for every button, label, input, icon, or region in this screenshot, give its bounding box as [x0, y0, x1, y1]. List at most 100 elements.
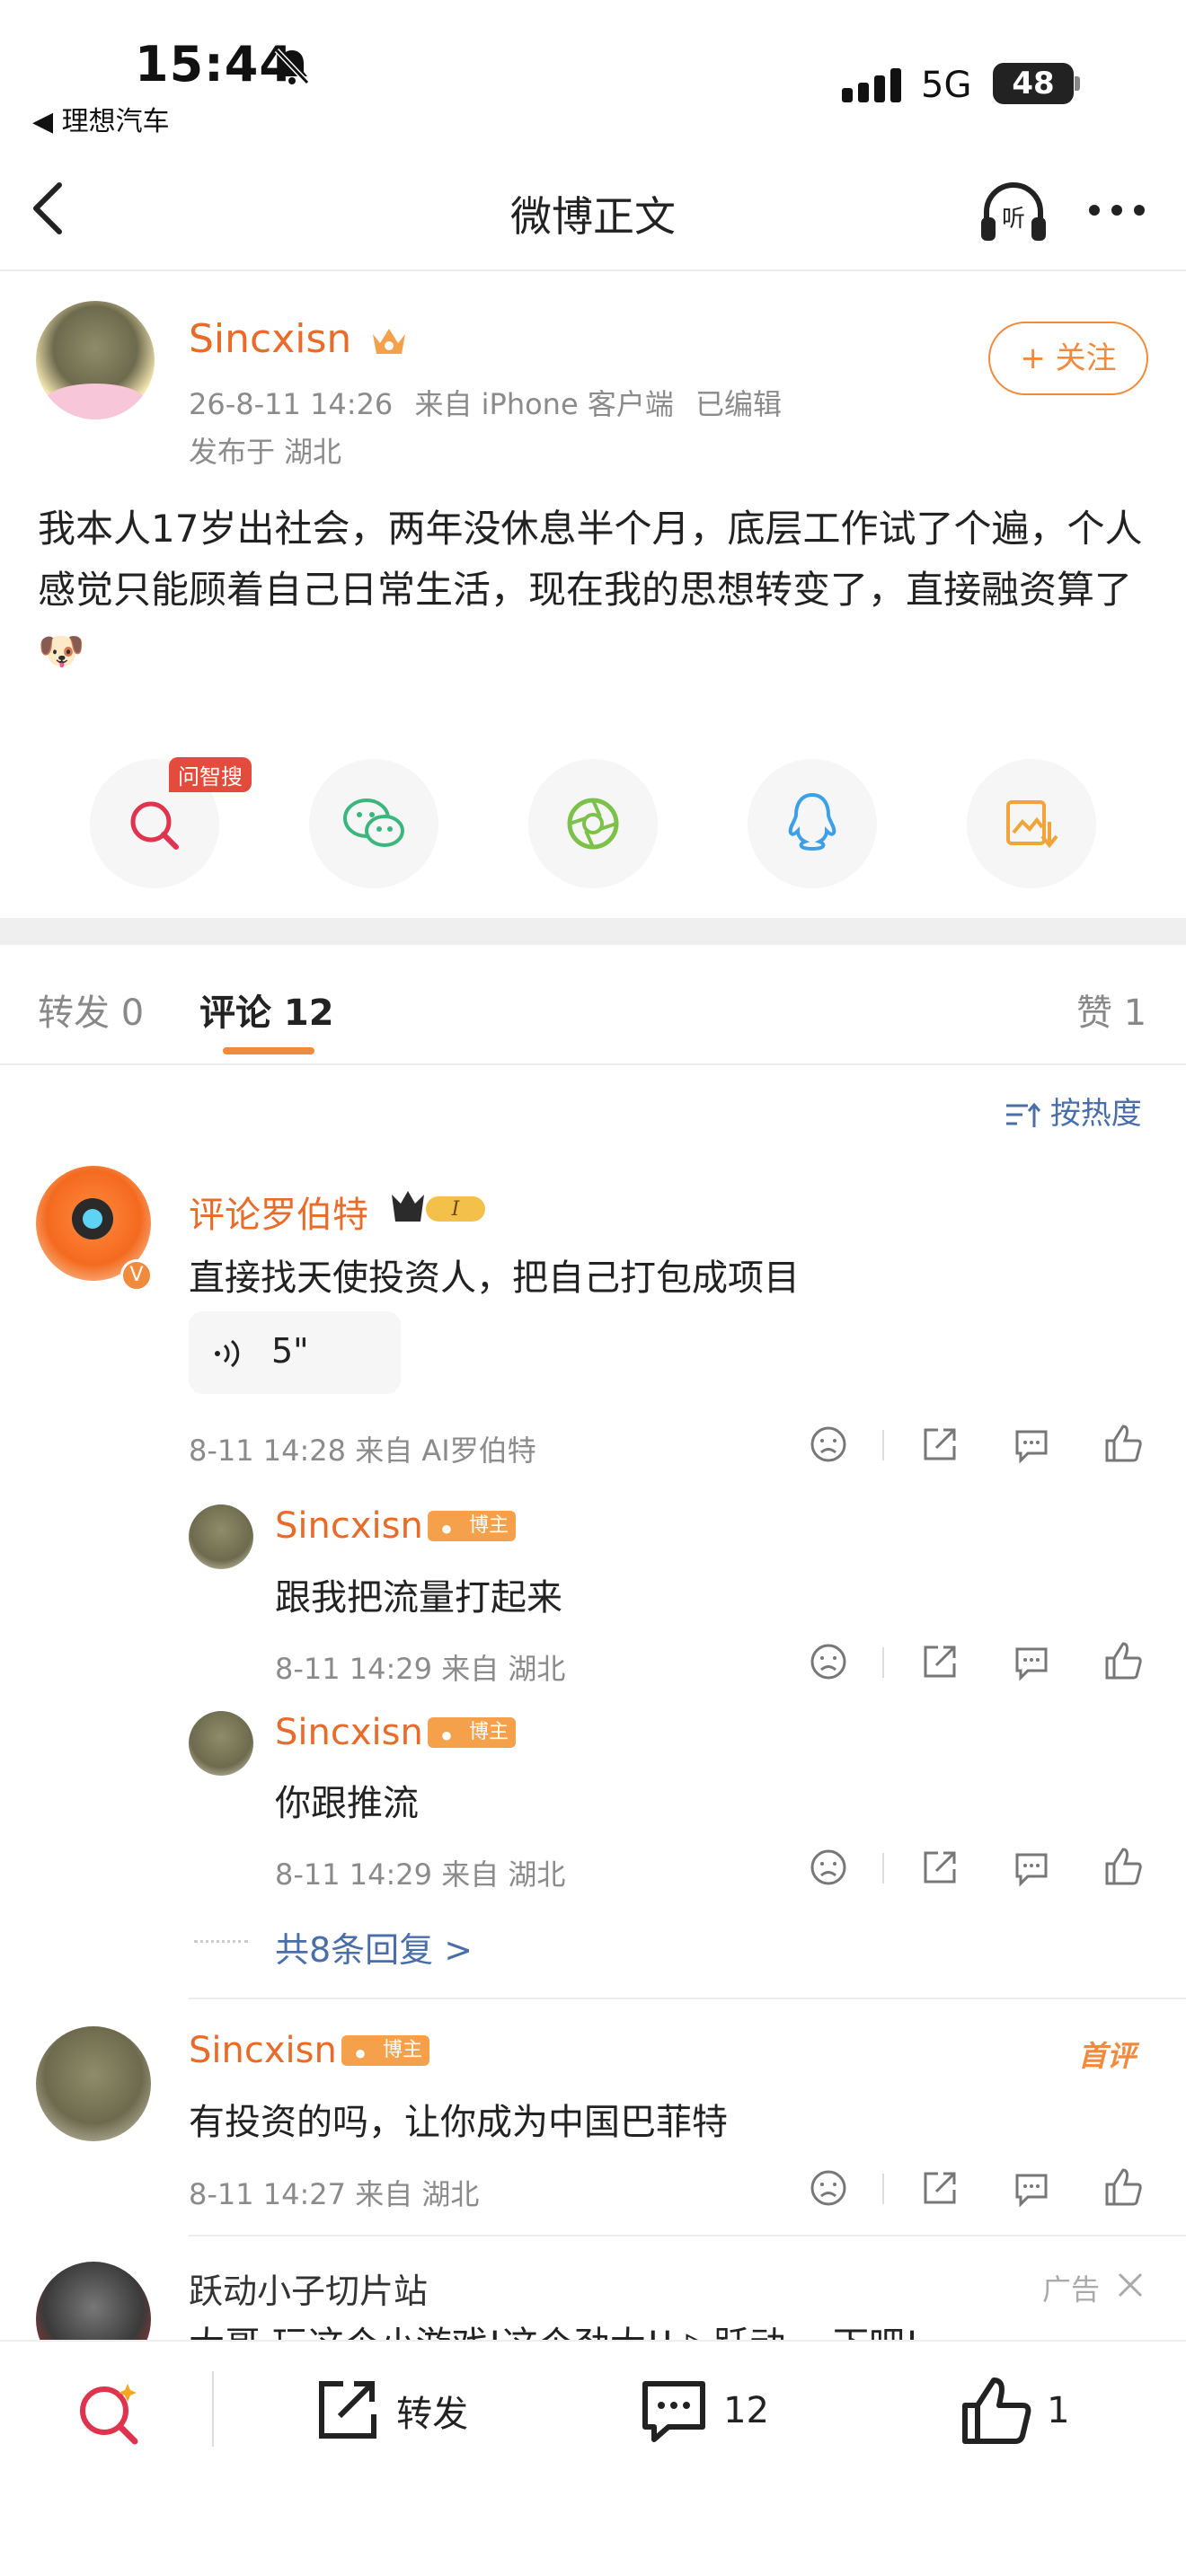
- save-image-share-button[interactable]: [967, 759, 1096, 888]
- more-replies-link[interactable]: 共8条回复 >: [275, 1922, 473, 1972]
- author-name-text[interactable]: Sincxisn: [189, 316, 351, 362]
- like-thumb-icon[interactable]: [1103, 1846, 1143, 1887]
- crown-vip-icon: [430, 1719, 463, 1744]
- like-thumb-icon[interactable]: [1103, 1423, 1143, 1464]
- ai-search-icon: [130, 801, 179, 850]
- svg-text:听: 听: [1002, 206, 1025, 233]
- reply-avatar[interactable]: [189, 1711, 253, 1776]
- bell-muted-icon: [274, 48, 310, 85]
- moments-share-button[interactable]: [528, 759, 658, 888]
- sort-icon: [1006, 1102, 1041, 1127]
- search-badge: 问智搜: [169, 757, 252, 792]
- comment-author-name[interactable]: 评论罗伯特: [189, 1186, 368, 1238]
- post-location: 发布于 湖北: [189, 435, 342, 469]
- share-icon[interactable]: [920, 1425, 960, 1464]
- bottom-divider: [212, 2371, 214, 2447]
- reply-icon[interactable]: [1012, 2168, 1051, 2208]
- commenter-avatar[interactable]: [36, 2026, 151, 2141]
- tab-like[interactable]: 赞 1: [1076, 984, 1146, 1036]
- repost-label[interactable]: 转发: [396, 2394, 468, 2435]
- post-meta-line: 26-8-11 14:26 来自 iPhone 客户端 已编辑: [189, 382, 782, 423]
- cell-signal-icon: [842, 68, 901, 102]
- sort-label[interactable]: 按热度: [1050, 1096, 1142, 1132]
- voice-duration: 5": [271, 1331, 309, 1371]
- author-name[interactable]: Sincxisn: [189, 316, 409, 362]
- comment-author-name[interactable]: Sincxisn: [189, 2030, 337, 2071]
- action-divider: [882, 1647, 884, 1678]
- tab-comment[interactable]: 评论 12: [199, 984, 334, 1036]
- save-image-icon: [1006, 800, 1058, 849]
- comment-meta: 8-11 14:28 来自 AI罗伯特: [189, 1434, 536, 1468]
- ai-search-icon[interactable]: [74, 2378, 144, 2448]
- qq-share-button[interactable]: [748, 759, 877, 888]
- reply-icon[interactable]: [1012, 1848, 1051, 1887]
- reply-text: 跟我把流量打起来: [275, 1577, 562, 1619]
- listen-headphone-icon[interactable]: 听: [978, 180, 1049, 244]
- crown-vip-icon: [430, 1513, 463, 1538]
- like-thumb-icon: [962, 2378, 1031, 2444]
- host-badge: 博主: [428, 1511, 517, 1541]
- verified-badge: V: [120, 1259, 153, 1292]
- reply-author-name[interactable]: Sincxisn: [275, 1712, 423, 1753]
- svg-text:I: I: [451, 1198, 461, 1221]
- network-type: 5G: [921, 65, 972, 106]
- status-time: 15:44: [135, 36, 294, 93]
- tab-repost[interactable]: 转发 0: [38, 984, 144, 1036]
- ad-author-name[interactable]: 跃动小子切片站: [189, 2263, 428, 2313]
- comment-text: 有投资的吗，让你成为中国巴菲特: [189, 2102, 728, 2143]
- share-icon[interactable]: [920, 1848, 960, 1887]
- reply-author-name[interactable]: Sincxisn: [275, 1505, 423, 1547]
- dislike-face-icon[interactable]: [809, 1425, 848, 1464]
- like-button[interactable]: 1: [958, 2373, 1070, 2448]
- more-options-icon[interactable]: [1087, 199, 1146, 221]
- comment-count[interactable]: 12: [723, 2390, 769, 2431]
- dislike-face-icon[interactable]: [809, 1848, 848, 1887]
- wechat-share-button[interactable]: [309, 759, 438, 888]
- action-divider: [882, 1430, 884, 1460]
- reply-text: 你跟推流: [275, 1783, 419, 1824]
- tab-active-indicator: [223, 1047, 314, 1054]
- dislike-face-icon[interactable]: [809, 2168, 848, 2208]
- first-comment-tag: 首评: [1078, 2039, 1137, 2073]
- like-count[interactable]: 1: [1047, 2390, 1069, 2431]
- like-thumb-icon[interactable]: [1103, 1640, 1143, 1681]
- wechat-icon: [343, 798, 404, 847]
- action-divider: [882, 1853, 884, 1883]
- more-replies-dots: [194, 1940, 248, 1943]
- nav-divider: [0, 269, 1186, 271]
- ad-label: 广告: [1042, 2272, 1101, 2307]
- comment-divider: [189, 2235, 1186, 2236]
- battery-tip: [1075, 76, 1080, 91]
- comment-icon: [642, 2381, 705, 2442]
- back-to-app-link[interactable]: ◀ 理想汽车: [32, 99, 170, 138]
- moments-aperture-icon: [567, 798, 619, 850]
- comment-divider: [189, 1998, 1186, 1999]
- reply-icon[interactable]: [1012, 1642, 1051, 1681]
- repost-icon: [319, 2381, 376, 2439]
- close-icon[interactable]: [1114, 2269, 1146, 2301]
- reply-actions: [805, 1640, 1155, 1685]
- dislike-face-icon[interactable]: [809, 1642, 848, 1681]
- reply-avatar[interactable]: [189, 1504, 253, 1569]
- reply-meta: 8-11 14:29 来自 湖北: [275, 1652, 566, 1686]
- comment-meta: 8-11 14:27 来自 湖北: [189, 2177, 480, 2211]
- reply-icon[interactable]: [1012, 1425, 1051, 1464]
- section-separator: [0, 918, 1186, 945]
- post-text: 我本人17岁出社会，两年没休息半个月，底层工作试了个遍，个人感觉只能顾着自己日常…: [38, 507, 1143, 673]
- reply-meta: 8-11 14:29 来自 湖北: [275, 1857, 566, 1892]
- crown-vip-icon: [369, 323, 409, 359]
- voice-message-button[interactable]: 5": [189, 1311, 401, 1394]
- comment-text: 直接找天使投资人，把自己打包成项目: [189, 1257, 800, 1299]
- comment-actions: [805, 2166, 1155, 2211]
- like-thumb-icon[interactable]: [1103, 2166, 1143, 2208]
- post-source[interactable]: 来自 iPhone 客户端: [414, 387, 673, 421]
- share-icon[interactable]: [920, 2168, 960, 2208]
- qq-penguin-icon: [788, 792, 836, 851]
- follow-button[interactable]: + 关注: [988, 322, 1148, 395]
- author-avatar[interactable]: [36, 301, 155, 419]
- comment-button[interactable]: 12: [638, 2375, 769, 2447]
- share-icon[interactable]: [920, 1642, 960, 1681]
- repost-button[interactable]: 转发: [311, 2375, 468, 2447]
- sort-control[interactable]: 按热度: [1005, 1089, 1142, 1133]
- action-divider: [882, 2174, 884, 2204]
